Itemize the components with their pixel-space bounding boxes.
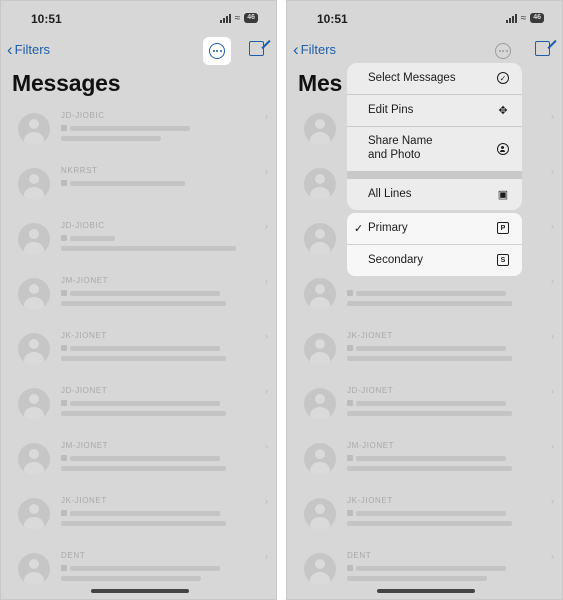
list-item[interactable]: JK-JIONET ›: [287, 489, 562, 544]
chevron-right-icon: ›: [551, 166, 554, 176]
menu-item-primary[interactable]: ✓ Primary P: [347, 213, 522, 244]
avatar: [18, 498, 50, 530]
list-item[interactable]: JD-JIOBIC ›: [1, 104, 276, 159]
list-item[interactable]: JM-JIONET ›: [1, 269, 276, 324]
list-item[interactable]: JK-JIONET ›: [1, 324, 276, 379]
chevron-right-icon: ›: [551, 441, 554, 451]
chevron-right-icon: ›: [265, 221, 268, 231]
avatar: [304, 113, 336, 145]
pin-icon: ✥: [498, 104, 508, 117]
chevron-right-icon: ›: [551, 221, 554, 231]
list-item[interactable]: JM-JIONET ›: [287, 434, 562, 489]
sim-lines-icon: ▣: [497, 188, 509, 201]
phone-screen-left: 10:51 ≈ 46 ‹ Filters Messages JD-JIOBIC ›…: [0, 0, 277, 600]
battery-icon: 46: [244, 13, 258, 23]
chevron-right-icon: ›: [265, 551, 268, 561]
avatar: [18, 113, 50, 145]
checkmark-circle-icon: ✓: [497, 72, 509, 84]
avatar: [18, 443, 50, 475]
chevron-right-icon: ›: [551, 276, 554, 286]
menu-item-secondary[interactable]: Secondary S: [347, 244, 522, 276]
ellipsis-circle-icon: [209, 43, 225, 59]
chevron-right-icon: ›: [551, 496, 554, 506]
checkmark-icon: ✓: [354, 223, 364, 235]
avatar: [304, 223, 336, 255]
avatar: [18, 223, 50, 255]
list-item[interactable]: JK-JIONET ›: [287, 324, 562, 379]
more-options-menu: Select Messages ✓ Edit Pins ✥ Share Name…: [347, 63, 522, 210]
more-options-button[interactable]: [489, 37, 517, 65]
ellipsis-circle-icon: [495, 43, 511, 59]
page-title: Messages: [12, 70, 121, 96]
home-indicator: [91, 589, 189, 593]
nav-bar: ‹ Filters: [287, 39, 562, 63]
avatar: [18, 553, 50, 585]
avatar: [18, 388, 50, 420]
back-label: Filters: [14, 42, 51, 57]
chevron-right-icon: ›: [551, 551, 554, 561]
list-item[interactable]: NKRRST ›: [1, 159, 276, 214]
compose-icon[interactable]: [535, 41, 550, 56]
wifi-icon: ≈: [234, 12, 241, 24]
avatar: [304, 278, 336, 310]
back-label: Filters: [300, 42, 337, 57]
avatar: [304, 388, 336, 420]
primary-line-badge-icon: P: [497, 222, 509, 234]
signal-icon: [219, 13, 231, 23]
menu-item-share-name-and-photo[interactable]: Share Name and Photo: [347, 127, 522, 172]
chevron-right-icon: ›: [551, 331, 554, 341]
line-filter-group: ✓ Primary P Secondary S: [347, 213, 522, 276]
chevron-right-icon: ›: [265, 111, 268, 121]
list-item[interactable]: JK-JIONET ›: [1, 489, 276, 544]
chevron-right-icon: ›: [551, 386, 554, 396]
chevron-right-icon: ›: [265, 496, 268, 506]
chevron-right-icon: ›: [265, 386, 268, 396]
list-item[interactable]: JD-JIONET ›: [287, 379, 562, 434]
avatar: [304, 553, 336, 585]
back-button[interactable]: ‹ Filters: [293, 40, 337, 59]
nav-bar: ‹ Filters: [1, 37, 276, 65]
compose-icon[interactable]: [249, 41, 264, 56]
chevron-right-icon: ›: [265, 331, 268, 341]
list-item[interactable]: ›: [287, 269, 562, 324]
menu-item-edit-pins[interactable]: Edit Pins ✥: [347, 95, 522, 127]
list-item[interactable]: JD-JIOBIC ›: [1, 214, 276, 269]
chevron-right-icon: ›: [265, 166, 268, 176]
wifi-icon: ≈: [520, 12, 527, 24]
menu-separator: [347, 172, 522, 179]
secondary-line-badge-icon: S: [497, 254, 509, 266]
status-time: 10:51: [317, 12, 348, 26]
avatar: [18, 333, 50, 365]
battery-icon: 46: [530, 13, 544, 23]
avatar: [304, 443, 336, 475]
home-indicator: [377, 589, 475, 593]
page-title: Mes: [298, 70, 343, 96]
avatar: [304, 168, 336, 200]
chevron-left-icon: ‹: [7, 40, 13, 59]
chevron-right-icon: ›: [265, 276, 268, 286]
signal-icon: [505, 13, 517, 23]
chevron-right-icon: ›: [265, 441, 268, 451]
person-circle-icon: [497, 143, 509, 155]
more-options-button[interactable]: [203, 37, 231, 65]
status-bar: 10:51 ≈ 46: [287, 1, 562, 35]
list-item[interactable]: JD-JIONET ›: [1, 379, 276, 434]
chevron-left-icon: ‹: [293, 40, 299, 59]
list-item[interactable]: JM-JIONET ›: [1, 434, 276, 489]
avatar: [18, 278, 50, 310]
menu-item-select-messages[interactable]: Select Messages ✓: [347, 63, 522, 95]
status-bar: 10:51 ≈ 46: [1, 1, 276, 35]
status-time: 10:51: [31, 12, 62, 26]
conversation-list: JD-JIOBIC › NKRRST › JD-JIOBIC › JM-JIONET ›…: [1, 104, 276, 599]
phone-screen-right: 10:51 ≈ 46 ‹ Filters Mes › › › › JK-JION…: [286, 0, 563, 600]
avatar: [18, 168, 50, 200]
chevron-right-icon: ›: [551, 111, 554, 121]
avatar: [304, 498, 336, 530]
avatar: [304, 333, 336, 365]
back-button[interactable]: ‹ Filters: [7, 40, 51, 59]
menu-item-all-lines[interactable]: All Lines ▣: [347, 179, 522, 210]
